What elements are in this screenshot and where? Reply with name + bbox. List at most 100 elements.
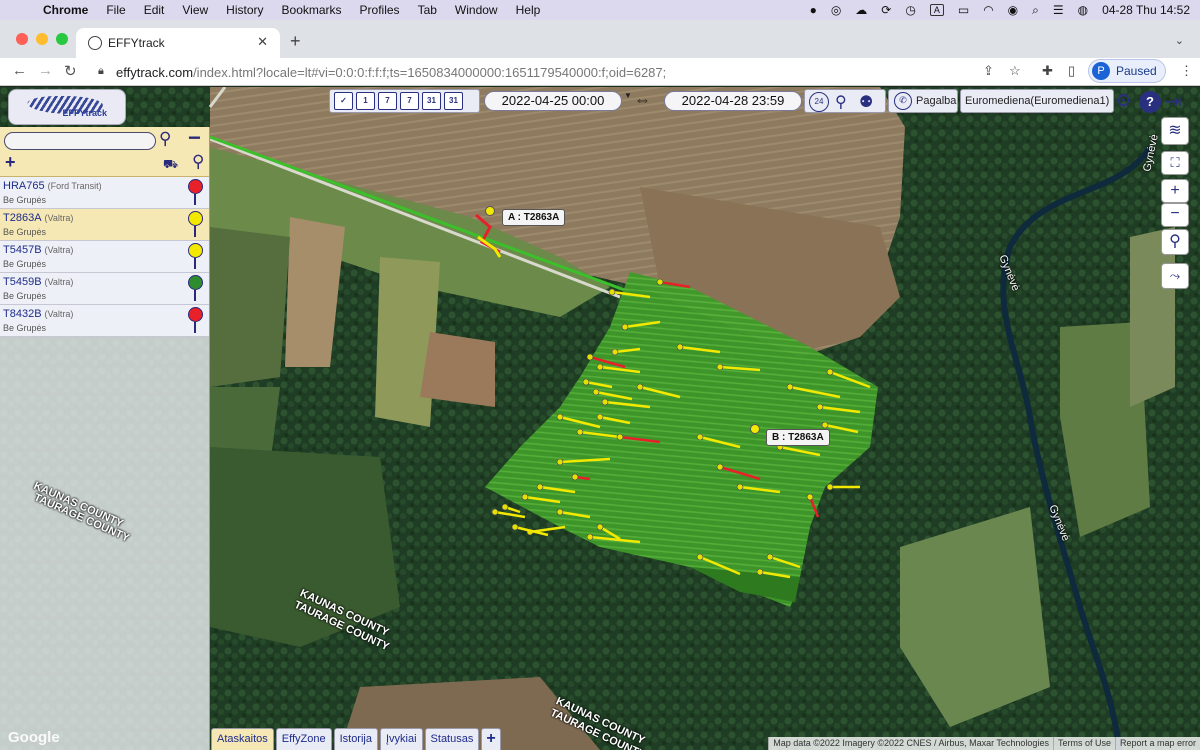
track-end-marker[interactable] xyxy=(750,424,760,434)
sidebar-icon[interactable]: ▯ xyxy=(1068,63,1075,79)
wifi-icon[interactable]: ◠ xyxy=(983,3,993,17)
logout-icon[interactable]: ⇥ xyxy=(1165,89,1182,114)
track-point[interactable] xyxy=(696,553,704,561)
vehicle-row[interactable]: T8432B (Valtra) Be Grupės xyxy=(0,305,209,337)
zoom-out-button[interactable]: − xyxy=(1161,203,1189,227)
menu-profiles[interactable]: Profiles xyxy=(351,3,409,17)
zoom-in-button[interactable]: + xyxy=(1161,179,1189,203)
track-point[interactable] xyxy=(621,323,629,331)
minimize-window-button[interactable] xyxy=(36,33,48,45)
menu-help[interactable]: Help xyxy=(507,3,550,17)
track-point[interactable] xyxy=(716,363,724,371)
settings-gear-icon[interactable]: ⚙ xyxy=(1115,90,1132,113)
input-source-icon[interactable]: A xyxy=(929,4,944,16)
sync-icon[interactable]: ⟳ xyxy=(881,3,891,17)
profile-button[interactable]: P Paused xyxy=(1088,59,1166,83)
menu-window[interactable]: Window xyxy=(446,3,507,17)
vehicle-status-pin-icon[interactable] xyxy=(188,179,203,194)
locate-all-pin-icon[interactable]: ⚲ xyxy=(192,152,204,172)
reload-icon[interactable]: ↻ xyxy=(64,62,77,80)
report-error-link[interactable]: Report a map error xyxy=(1114,737,1200,750)
tab-effyzone[interactable]: EffyZone xyxy=(275,728,332,750)
route-button[interactable]: ⤳ xyxy=(1161,263,1189,289)
share-icon[interactable]: ⇪ xyxy=(983,63,994,79)
vehicle-row[interactable]: T5457B (Valtra) Be Grupės xyxy=(0,241,209,273)
browser-menu-icon[interactable]: ⋮ xyxy=(1180,63,1193,79)
vehicle-status-pin-icon[interactable] xyxy=(188,211,203,226)
track-point[interactable] xyxy=(596,523,604,531)
track-point[interactable] xyxy=(511,523,519,531)
track-point[interactable] xyxy=(576,428,584,436)
tab-search-chevron-icon[interactable]: ⌄ xyxy=(1175,34,1184,47)
vehicle-search-input[interactable] xyxy=(4,132,156,150)
menu-edit[interactable]: Edit xyxy=(135,3,174,17)
track-point[interactable] xyxy=(806,493,814,501)
track-point[interactable] xyxy=(821,421,829,429)
menu-clock[interactable]: 04-28 Thu 14:52 xyxy=(1102,3,1190,17)
browser-tab[interactable]: EFFYtrack ✕ xyxy=(76,28,280,58)
track-point[interactable] xyxy=(521,493,529,501)
vehicle-plate[interactable]: HRA765 (Ford Transit) xyxy=(3,180,102,192)
calendar-yesterday-icon[interactable]: 1 xyxy=(356,92,375,110)
menu-file[interactable]: File xyxy=(97,3,134,17)
track-point[interactable] xyxy=(536,483,544,491)
track-point[interactable] xyxy=(596,413,604,421)
date-from-dropdown-icon[interactable]: ▼ xyxy=(624,91,632,100)
track-point[interactable] xyxy=(586,533,594,541)
location-pin-icon[interactable]: ⚲ xyxy=(835,92,847,112)
track-start-marker[interactable] xyxy=(485,206,495,216)
network-icon[interactable]: ⚉ xyxy=(859,92,873,112)
search-icon[interactable]: ⚲ xyxy=(159,129,171,149)
vehicle-label-a[interactable]: A : T2863A xyxy=(502,209,566,226)
track-point[interactable] xyxy=(501,503,509,511)
siri-icon[interactable]: ◍ xyxy=(1078,3,1088,17)
menu-tab[interactable]: Tab xyxy=(409,3,446,17)
24h-clock-icon[interactable]: 24 xyxy=(809,92,829,112)
calendar-last-week-icon[interactable]: 7 xyxy=(400,92,419,110)
vehicle-filter-icon[interactable]: ⛟ xyxy=(163,157,178,173)
track-point[interactable] xyxy=(586,353,594,361)
add-tab-button[interactable]: + xyxy=(481,728,501,750)
track-point[interactable] xyxy=(826,483,834,491)
track-point[interactable] xyxy=(571,473,579,481)
vehicle-status-pin-icon[interactable] xyxy=(188,243,203,258)
tab-istorija[interactable]: Istorija xyxy=(333,728,378,750)
menu-bookmarks[interactable]: Bookmarks xyxy=(273,3,351,17)
track-point[interactable] xyxy=(582,378,590,386)
track-point[interactable] xyxy=(636,383,644,391)
track-point[interactable] xyxy=(556,458,564,466)
help-button[interactable]: ✆ Pagalba xyxy=(888,89,958,113)
collapse-panel-icon[interactable]: − xyxy=(188,125,201,151)
tab-ivykiai[interactable]: Įvykiai xyxy=(379,728,423,750)
map-view[interactable]: EFFYtrack ✓ 1 7 7 31 31 2022-04-25 00:00… xyxy=(0,87,1200,750)
add-vehicle-icon[interactable]: + xyxy=(5,152,16,173)
menu-view[interactable]: View xyxy=(173,3,217,17)
track-point[interactable] xyxy=(611,348,619,356)
track-point[interactable] xyxy=(596,363,604,371)
tab-ataskaitos[interactable]: Ataskaitos xyxy=(211,728,274,750)
track-point[interactable] xyxy=(716,463,724,471)
track-point[interactable] xyxy=(786,383,794,391)
calendar-month-icon[interactable]: 31 xyxy=(422,92,441,110)
zoom-window-button[interactable] xyxy=(56,33,68,45)
track-point[interactable] xyxy=(696,433,704,441)
calendar-today-icon[interactable]: ✓ xyxy=(334,92,353,110)
track-point[interactable] xyxy=(676,343,684,351)
track-point[interactable] xyxy=(601,398,609,406)
battery-icon[interactable]: ▭ xyxy=(958,3,969,17)
fullscreen-button[interactable]: ⛶ xyxy=(1161,151,1189,175)
address-bar[interactable]: 🔒︎ effytrack.com/index.html?locale=lt#vi… xyxy=(92,60,1032,84)
vehicle-plate[interactable]: T5459B (Valtra) xyxy=(3,276,73,288)
track-point[interactable] xyxy=(616,433,624,441)
bookmark-star-icon[interactable]: ☆ xyxy=(1009,63,1021,79)
track-point[interactable] xyxy=(556,413,564,421)
terms-link[interactable]: Terms of Use xyxy=(1052,737,1115,750)
calendar-last-month-icon[interactable]: 31 xyxy=(444,92,463,110)
forward-arrow-icon[interactable]: → xyxy=(38,62,53,79)
track-point[interactable] xyxy=(592,388,600,396)
user-icon[interactable]: ◉ xyxy=(1008,3,1018,17)
cloud-icon[interactable]: ☁ xyxy=(855,3,867,17)
track-point[interactable] xyxy=(736,483,744,491)
vehicle-row[interactable]: T5459B (Valtra) Be Grupės xyxy=(0,273,209,305)
tab-statusas[interactable]: Statusas xyxy=(424,728,480,750)
